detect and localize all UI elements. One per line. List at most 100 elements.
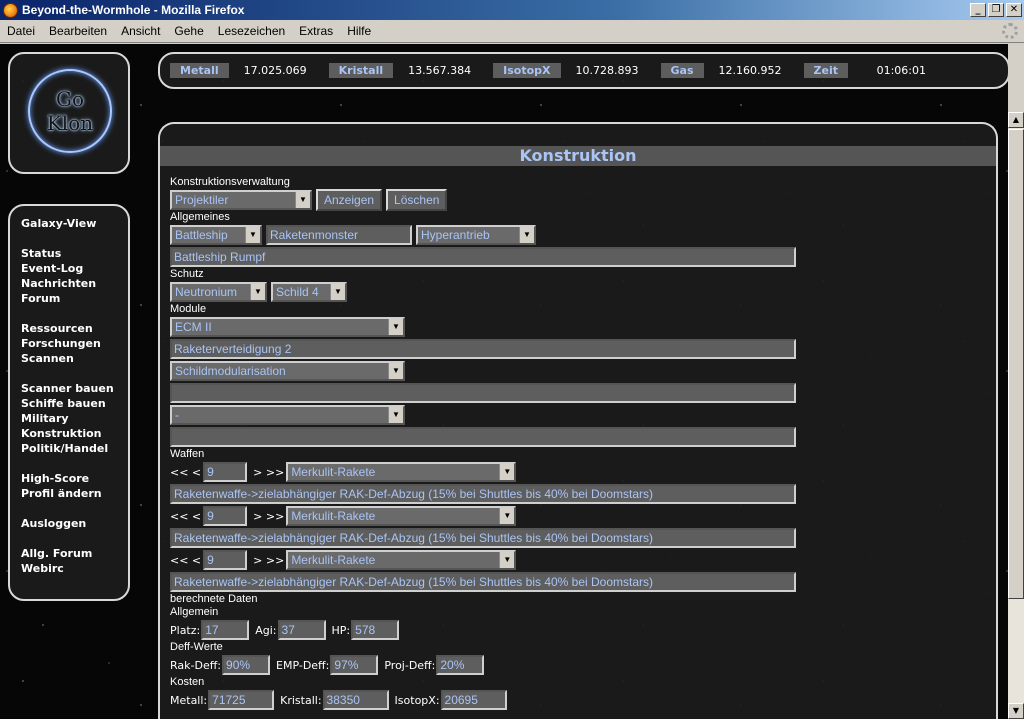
armor-select[interactable]: Neutronium ▼: [170, 282, 267, 302]
nav-status[interactable]: Status: [21, 246, 128, 261]
weapon-3-select[interactable]: Merkulit-Rakete ▼: [286, 550, 517, 570]
menu-datei[interactable]: Datei: [0, 24, 42, 38]
nav-event-log[interactable]: Event-Log: [21, 261, 128, 276]
nav-forum[interactable]: Forum: [21, 291, 128, 306]
hp-label: HP:: [331, 623, 351, 637]
isotopx-cost-label: IsotopX:: [394, 693, 440, 707]
module-3-value: -: [175, 408, 179, 422]
throbber-icon: [1002, 23, 1018, 39]
nav-politik-handel[interactable]: Politik/Handel: [21, 441, 128, 456]
nav-ressourcen[interactable]: Ressourcen: [21, 321, 128, 336]
minimize-button[interactable]: _: [970, 3, 986, 17]
close-button[interactable]: ✕: [1006, 3, 1022, 17]
nav-konstruktion[interactable]: Konstruktion: [21, 426, 128, 441]
emp-deff-label: EMP-Deff:: [276, 658, 330, 672]
weapon-1-select[interactable]: Merkulit-Rakete ▼: [286, 462, 517, 482]
menu-bar: Datei Bearbeiten Ansicht Gehe Lesezeiche…: [0, 20, 1024, 43]
nav-schiffe-bauen[interactable]: Schiffe bauen: [21, 396, 128, 411]
menu-extras[interactable]: Extras: [292, 24, 340, 38]
deff-label: Deff-Werte: [170, 641, 223, 653]
module-3-select[interactable]: - ▼: [170, 405, 405, 425]
weapon-3-description: Raketenwaffe->zielabhängiger RAK-Def-Abz…: [170, 572, 796, 592]
window-title: Beyond-the-Wormhole - Mozilla Firefox: [22, 3, 245, 17]
allgemeines-label: Allgemeines: [170, 211, 230, 223]
scroll-down-icon[interactable]: ▼: [1008, 703, 1024, 719]
window-title-bar: Beyond-the-Wormhole - Mozilla Firefox _ …: [0, 0, 1024, 20]
ship-class-select[interactable]: Battleship ▼: [170, 225, 262, 245]
schutz-label: Schutz: [170, 268, 204, 280]
ship-name-input[interactable]: Raketenmonster: [266, 225, 412, 245]
nav-military[interactable]: Military: [21, 411, 128, 426]
logo-line-1: Go: [55, 87, 85, 111]
kosten-label: Kosten: [170, 676, 205, 688]
shield-select[interactable]: Schild 4 ▼: [271, 282, 347, 302]
nav-high-score[interactable]: High-Score: [21, 471, 128, 486]
logo[interactable]: Go Klon: [28, 69, 112, 153]
resource-label-kristall: Kristall: [328, 63, 394, 78]
resource-value-kristall: 13.567.384: [408, 64, 472, 77]
chevron-down-icon: ▼: [388, 407, 403, 423]
platz-field: 17: [201, 620, 250, 640]
chevron-down-icon: ▼: [295, 192, 310, 208]
module-1-value: ECM II: [175, 320, 212, 334]
weapon-1-count[interactable]: 9: [203, 462, 248, 482]
resource-value-isotopx: 10.728.893: [575, 64, 639, 77]
menu-bearbeiten[interactable]: Bearbeiten: [42, 24, 114, 38]
nav-forschungen[interactable]: Forschungen: [21, 336, 128, 351]
hp-field: 578: [351, 620, 400, 640]
resource-label-metall: Metall: [170, 63, 229, 78]
nav-profil-aendern[interactable]: Profil ändern: [21, 486, 128, 501]
weapon-1-increase[interactable]: > >>: [253, 466, 284, 479]
weapon-2-select[interactable]: Merkulit-Rakete ▼: [286, 506, 517, 526]
emp-deff-field: 97%: [330, 655, 379, 675]
chevron-down-icon: ▼: [330, 284, 345, 300]
waffen-label: Waffen: [170, 448, 205, 460]
ship-class-value: Battleship: [175, 228, 228, 242]
module-2-description: [170, 383, 796, 403]
page-scrollbar[interactable]: ▲ ▼: [1008, 112, 1024, 719]
weapon-1-decrease[interactable]: << <: [170, 466, 201, 479]
loeschen-button[interactable]: Löschen: [386, 189, 448, 211]
anzeigen-button[interactable]: Anzeigen: [316, 189, 383, 211]
page-viewport: Go Klon Galaxy-View Status Event-Log Nac…: [0, 44, 1008, 719]
menu-lesezeichen[interactable]: Lesezeichen: [211, 24, 292, 38]
shield-value: Schild 4: [276, 285, 319, 299]
page-title: Konstruktion: [160, 146, 996, 166]
weapon-1-value: Merkulit-Rakete: [291, 465, 376, 479]
drive-value: Hyperantrieb: [421, 228, 490, 242]
maximize-button[interactable]: ❐: [988, 3, 1004, 17]
armor-value: Neutronium: [175, 285, 238, 299]
drive-select[interactable]: Hyperantrieb ▼: [416, 225, 536, 245]
nav-scannen[interactable]: Scannen: [21, 351, 128, 366]
nav-ausloggen[interactable]: Ausloggen: [21, 516, 128, 531]
agi-field: 37: [277, 620, 326, 640]
scroll-up-icon[interactable]: ▲: [1008, 112, 1024, 128]
calc-label: berechnete Daten: [170, 593, 258, 605]
module-1-select[interactable]: ECM II ▼: [170, 317, 405, 337]
weapon-3-decrease[interactable]: << <: [170, 554, 201, 567]
resource-label-gas: Gas: [660, 63, 704, 78]
module-2-select[interactable]: Schildmodularisation ▼: [170, 361, 405, 381]
nav-scanner-bauen[interactable]: Scanner bauen: [21, 381, 128, 396]
scroll-thumb[interactable]: [1008, 129, 1024, 599]
weapon-2-count[interactable]: 9: [203, 506, 248, 526]
nav-allg-forum[interactable]: Allg. Forum: [21, 546, 128, 561]
nav-nachrichten[interactable]: Nachrichten: [21, 276, 128, 291]
weapon-2-value: Merkulit-Rakete: [291, 509, 376, 523]
project-select[interactable]: Projektiler ▼: [170, 190, 312, 210]
chevron-down-icon: ▼: [499, 552, 515, 568]
main-panel: Konstruktion Konstruktionsverwaltung Pro…: [158, 122, 998, 719]
weapon-3-value: Merkulit-Rakete: [291, 553, 376, 567]
weapon-3-increase[interactable]: > >>: [253, 554, 284, 567]
resource-label-isotopx: IsotopX: [493, 63, 561, 78]
menu-hilfe[interactable]: Hilfe: [340, 24, 378, 38]
weapon-2-increase[interactable]: > >>: [253, 510, 284, 523]
weapon-2-decrease[interactable]: << <: [170, 510, 201, 523]
platz-label: Platz:: [170, 623, 201, 637]
menu-gehe[interactable]: Gehe: [167, 24, 210, 38]
menu-ansicht[interactable]: Ansicht: [114, 24, 167, 38]
nav-webirc[interactable]: Webirc: [21, 561, 128, 576]
nav-galaxy-view[interactable]: Galaxy-View: [21, 216, 128, 231]
weapon-1-description: Raketenwaffe->zielabhängiger RAK-Def-Abz…: [170, 484, 796, 504]
weapon-3-count[interactable]: 9: [203, 550, 248, 570]
